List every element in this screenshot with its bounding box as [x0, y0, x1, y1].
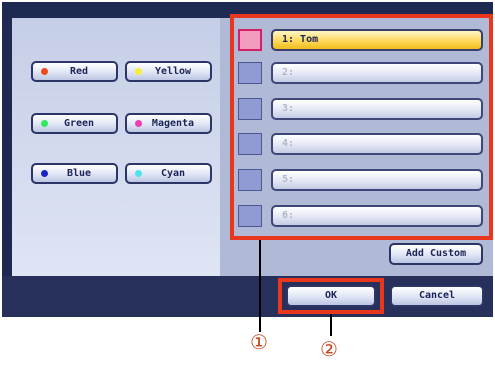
highlight-ok-frame	[278, 278, 384, 314]
highlight-slots-frame	[230, 14, 493, 240]
green-button[interactable]: Green	[31, 113, 118, 134]
callout-2: ②	[320, 337, 338, 361]
cancel-button[interactable]: Cancel	[390, 285, 484, 307]
blue-dot-icon	[41, 170, 48, 177]
green-dot-icon	[41, 120, 48, 127]
callout-1-leader	[259, 240, 261, 332]
blue-button[interactable]: Blue	[31, 163, 118, 184]
green-button-label: Green	[63, 118, 95, 129]
cyan-button[interactable]: Cyan	[125, 163, 212, 184]
red-button[interactable]: Red	[31, 61, 118, 82]
red-dot-icon	[41, 68, 48, 75]
blue-button-label: Blue	[66, 168, 92, 179]
callout-2-leader	[330, 314, 332, 336]
magenta-button-label: Magenta	[151, 118, 195, 129]
cyan-button-label: Cyan	[160, 168, 186, 179]
magenta-button[interactable]: Magenta	[125, 113, 212, 134]
magenta-dot-icon	[135, 120, 142, 127]
yellow-dot-icon	[135, 68, 142, 75]
red-button-label: Red	[69, 66, 89, 77]
yellow-button-label: Yellow	[154, 66, 192, 77]
color-panel	[12, 18, 220, 276]
cyan-dot-icon	[135, 170, 142, 177]
callout-1: ①	[250, 330, 268, 354]
add-custom-button[interactable]: Add Custom	[389, 243, 483, 265]
yellow-button[interactable]: Yellow	[125, 61, 212, 82]
